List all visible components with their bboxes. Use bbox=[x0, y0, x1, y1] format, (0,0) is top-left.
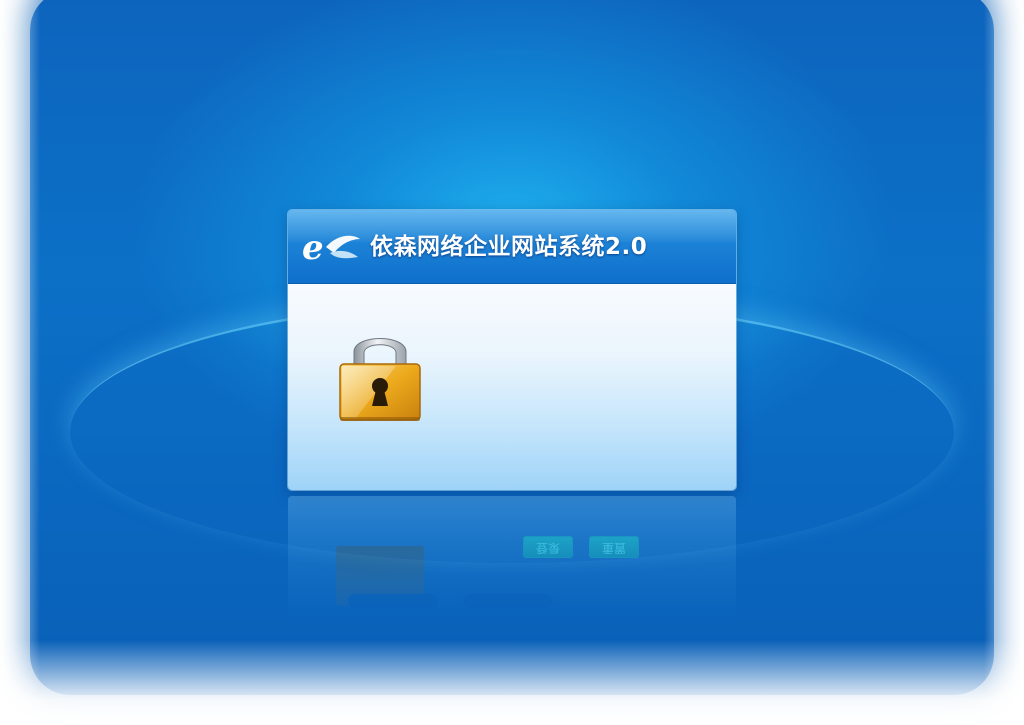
bottom-fade bbox=[0, 640, 1024, 725]
login-panel-header: e 依森网络企业网站系统2.0 bbox=[288, 210, 736, 284]
login-label: 登录 bbox=[535, 541, 560, 555]
reset-button-reflection: 重置 bbox=[589, 536, 639, 558]
padlock-icon bbox=[339, 338, 421, 421]
reflection-field bbox=[348, 594, 438, 608]
login-panel-body bbox=[288, 284, 736, 490]
login-button-reflection: 登录 bbox=[523, 536, 573, 558]
login-screen: e 依森网络企业网站系统2.0 登录 重置 bbox=[0, 0, 1024, 725]
app-title: 依森网络企业网站系统2.0 bbox=[370, 234, 648, 260]
e-leaf-logo-icon: e bbox=[302, 229, 360, 265]
reset-label: 重置 bbox=[601, 541, 626, 555]
reflection-field bbox=[463, 594, 553, 608]
login-panel: e 依森网络企业网站系统2.0 bbox=[288, 210, 736, 490]
panel-reflection bbox=[288, 496, 736, 626]
svg-text:e: e bbox=[302, 229, 324, 265]
